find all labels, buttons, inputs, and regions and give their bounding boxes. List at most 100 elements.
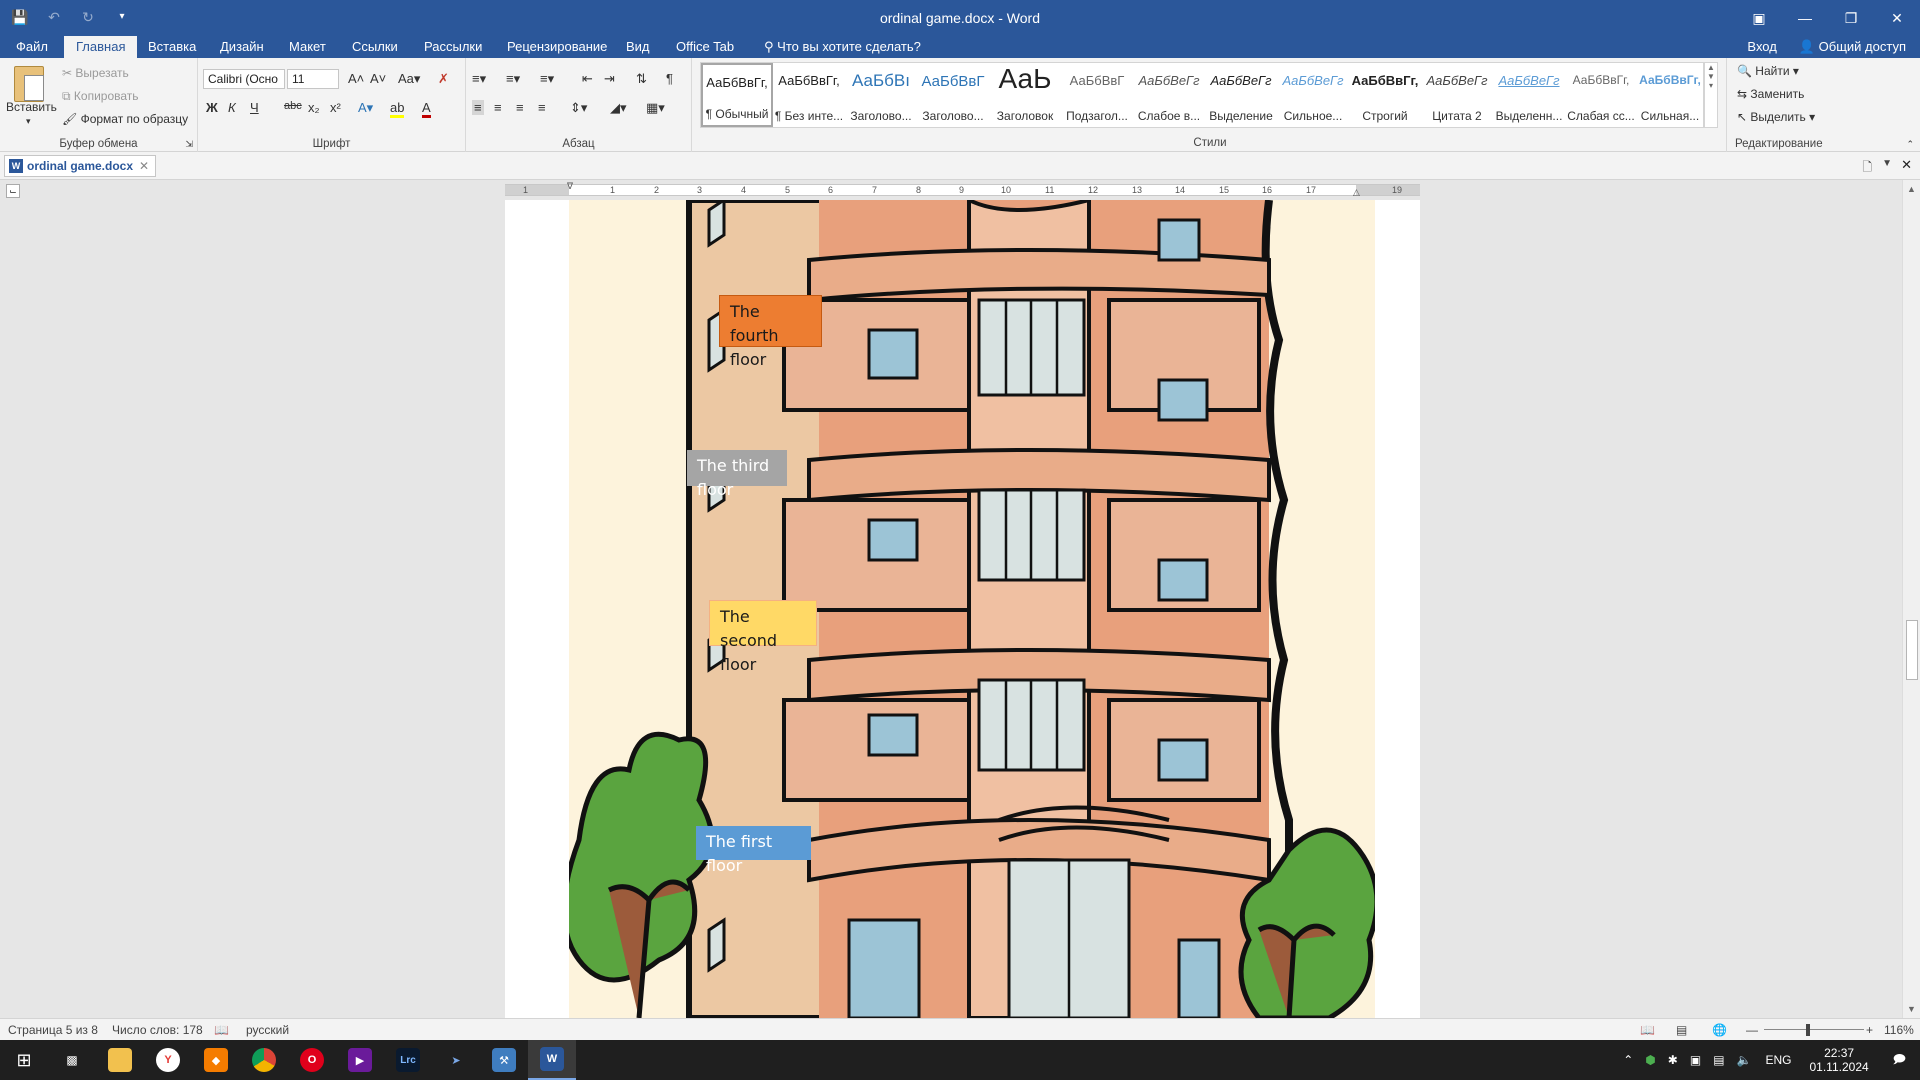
ribbon-display-options-icon[interactable]: ▣ <box>1736 0 1782 36</box>
bullets-icon[interactable]: ≡▾ <box>472 71 486 87</box>
style-normal[interactable]: АаБбВвГг, ¶ Обычный <box>701 63 773 127</box>
strikethrough-icon[interactable]: abc <box>284 100 302 112</box>
style-quote[interactable]: АаБбВеГг Цитата 2 <box>1421 63 1493 127</box>
style-intense-reference[interactable]: АаБбВвГг, Сильная... <box>1637 63 1703 127</box>
align-left-icon[interactable]: ≡ <box>472 100 484 115</box>
sign-in-link[interactable]: Вход <box>1747 36 1776 58</box>
tell-me-box[interactable]: ⚲ Что вы хотите сделать? <box>752 36 933 58</box>
start-button[interactable]: ⊞ <box>0 1040 48 1080</box>
opera-button[interactable]: O <box>288 1040 336 1080</box>
increase-indent-icon[interactable]: ⇥ <box>604 71 615 87</box>
style-title[interactable]: АаЬ Заголовок <box>989 63 1061 127</box>
web-layout-icon[interactable]: 🌐 <box>1712 1023 1727 1037</box>
page-count[interactable]: Страница 5 из 8 <box>8 1023 98 1037</box>
style-heading-2[interactable]: АаБбВвГ Заголово... <box>917 63 989 127</box>
numbering-icon[interactable]: ≡▾ <box>506 71 520 87</box>
notifications-icon[interactable]: 🗩 <box>1879 1050 1920 1071</box>
tab-review[interactable]: Рецензирование <box>495 36 619 58</box>
clear-formatting-icon[interactable]: ✗ <box>438 71 449 87</box>
close-document-icon[interactable]: ✕ <box>1901 157 1912 173</box>
paste-button[interactable]: Вставить <box>6 100 57 114</box>
minimize-icon[interactable]: — <box>1782 0 1828 36</box>
style-subtitle[interactable]: АаБбВвГ Подзагол... <box>1061 63 1133 127</box>
grow-font-icon[interactable]: A˄ <box>348 71 364 86</box>
paste-dropdown-icon[interactable]: ▾ <box>26 116 31 127</box>
italic-icon[interactable]: К <box>228 100 236 115</box>
find-button[interactable]: 🔍 Найти ▾ <box>1737 64 1799 78</box>
font-name-dropdown[interactable]: Calibri (Осно <box>203 69 285 89</box>
network-icon[interactable]: ▤ <box>1707 1053 1730 1067</box>
word-taskbar-button[interactable]: W <box>528 1040 576 1080</box>
horizontal-ruler[interactable]: 1 1 2 3 4 5 6 7 8 9 10 11 12 13 14 15 16… <box>505 181 1420 198</box>
tab-design[interactable]: Дизайн <box>208 36 276 58</box>
format-painter-button[interactable]: 🖌 Формат по образцу <box>62 112 188 126</box>
justify-icon[interactable]: ≡ <box>538 100 546 115</box>
chrome-button[interactable] <box>240 1040 288 1080</box>
sort-icon[interactable]: ⇅ <box>636 71 647 87</box>
replace-button[interactable]: ⇆ Заменить <box>1737 87 1804 101</box>
shrink-font-icon[interactable]: A˅ <box>370 71 386 86</box>
font-color-icon[interactable]: A <box>422 100 431 118</box>
fourth-floor-label[interactable]: The fourth floor <box>719 295 822 369</box>
tab-home[interactable]: Главная <box>64 36 138 58</box>
language-indicator[interactable]: русский <box>246 1023 289 1037</box>
close-tab-icon[interactable]: ✕ <box>139 156 149 176</box>
yandex-browser-button[interactable]: Y <box>144 1040 192 1080</box>
right-indent-marker-icon[interactable]: △ <box>1353 187 1360 198</box>
close-icon[interactable]: ✕ <box>1874 0 1920 36</box>
scroll-up-icon[interactable]: ▲ <box>1907 184 1916 194</box>
vertical-scrollbar[interactable]: ▲ ▼ <box>1902 180 1920 1018</box>
tab-insert[interactable]: Вставка <box>136 36 208 58</box>
tab-office-tab[interactable]: Office Tab <box>664 36 746 58</box>
zoom-out-icon[interactable]: — <box>1746 1023 1758 1037</box>
bluetooth-icon[interactable]: ✱ <box>1662 1053 1684 1067</box>
shield-icon[interactable]: ⬢ <box>1639 1053 1661 1067</box>
building-picture[interactable]: The fourth floor The third floor The sec… <box>569 200 1375 1018</box>
paste-icon[interactable] <box>14 66 44 102</box>
style-intense-quote[interactable]: АаБбВеГг Выделенн... <box>1493 63 1565 127</box>
tab-layout[interactable]: Макет <box>277 36 338 58</box>
align-center-icon[interactable]: ≡ <box>494 100 502 115</box>
borders-icon[interactable]: ▦▾ <box>646 100 665 116</box>
cut-button[interactable]: ✂ Вырезать <box>62 66 129 80</box>
second-floor-label[interactable]: The second floor <box>709 600 817 674</box>
style-no-spacing[interactable]: АаБбВвГг, ¶ Без инте... <box>773 63 845 127</box>
volume-icon[interactable]: 🔈 <box>1731 1053 1758 1067</box>
style-subtle-emphasis[interactable]: АаБбВеГг Слабое в... <box>1133 63 1205 127</box>
task-view-button[interactable]: ▩ <box>48 1040 96 1080</box>
zoom-level[interactable]: 116% <box>1884 1023 1914 1037</box>
style-emphasis[interactable]: АаБбВеГг Выделение <box>1205 63 1277 127</box>
show-hidden-icons-icon[interactable]: ⌃ <box>1617 1053 1639 1067</box>
dialog-launcher-icon[interactable]: ⇲ <box>185 139 193 150</box>
word-count[interactable]: Число слов: 178 <box>112 1023 203 1037</box>
camera-icon[interactable]: ▣ <box>1684 1053 1707 1067</box>
tab-mailings[interactable]: Рассылки <box>412 36 494 58</box>
proofing-icon[interactable]: 📖 <box>214 1023 229 1037</box>
input-language[interactable]: ENG <box>1757 1053 1799 1067</box>
document-tab[interactable]: W ordinal game.docx ✕ <box>4 155 157 177</box>
superscript-icon[interactable]: x² <box>330 100 341 115</box>
underline-icon[interactable]: Ч <box>250 100 259 115</box>
decrease-indent-icon[interactable]: ⇤ <box>582 71 593 87</box>
align-right-icon[interactable]: ≡ <box>516 100 524 115</box>
share-button[interactable]: 👤 Общий доступ <box>1799 36 1906 58</box>
style-intense-emphasis[interactable]: АаБбВеГг Сильное... <box>1277 63 1349 127</box>
style-strong[interactable]: АаБбВвГг, Строгий <box>1349 63 1421 127</box>
video-editor-button[interactable]: ▶ <box>336 1040 384 1080</box>
tab-view[interactable]: Вид <box>614 36 662 58</box>
zoom-slider-thumb[interactable] <box>1806 1024 1810 1036</box>
show-marks-icon[interactable]: ¶ <box>666 71 673 86</box>
line-spacing-icon[interactable]: ⇕▾ <box>570 100 587 116</box>
scroll-down-icon[interactable]: ▼ <box>1907 1004 1916 1014</box>
tab-selector-icon[interactable]: ⌙ <box>6 184 20 198</box>
file-explorer-button[interactable] <box>96 1040 144 1080</box>
select-button[interactable]: ↖ Выделить ▾ <box>1737 110 1815 124</box>
style-heading-1[interactable]: АаБбВı Заголово... <box>845 63 917 127</box>
app-button-3[interactable]: ⚒ <box>480 1040 528 1080</box>
font-size-dropdown[interactable]: 11 <box>287 69 339 89</box>
zoom-in-icon[interactable]: + <box>1866 1023 1873 1037</box>
third-floor-label[interactable]: The third floor <box>687 450 787 499</box>
collapse-ribbon-icon[interactable]: ⌃ <box>1906 139 1914 150</box>
tab-references[interactable]: Ссылки <box>340 36 410 58</box>
app-button[interactable]: ◆ <box>192 1040 240 1080</box>
